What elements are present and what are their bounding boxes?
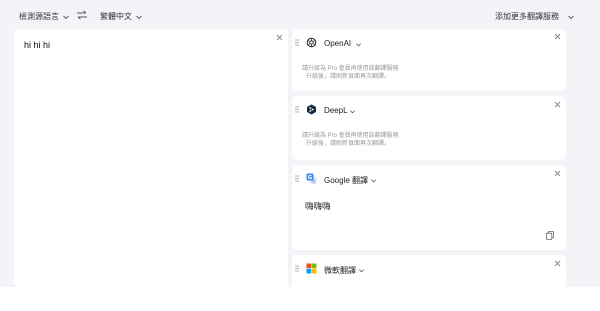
drag-handle-icon[interactable]	[295, 39, 299, 46]
upgrade-message-line2: 升級後，請刷新頁面再次翻譯。	[306, 74, 391, 80]
deepl-icon	[307, 104, 316, 115]
add-service-label: 添加更多翻譯服務	[495, 12, 559, 21]
copy-icon[interactable]	[546, 231, 554, 240]
service-card-header: 微軟翻譯	[292, 255, 566, 279]
drag-handle-icon[interactable]	[295, 175, 299, 182]
chevron-down-icon[interactable]	[370, 177, 377, 184]
source-text-panel[interactable]: hi hi hi	[14, 29, 288, 287]
microsoft-icon	[306, 263, 317, 274]
svg-text:文: 文	[312, 179, 316, 184]
upgrade-message-line1: 請升級為 Pro 會員再使用該翻譯服務	[302, 133, 399, 139]
chevron-down-icon[interactable]	[358, 267, 365, 274]
close-icon[interactable]	[553, 169, 562, 178]
service-card-header: DeepL	[292, 96, 566, 120]
clear-source-icon[interactable]	[275, 33, 284, 42]
chevron-down-icon	[63, 15, 69, 19]
openai-icon	[306, 37, 317, 48]
drag-handle-icon[interactable]	[295, 106, 299, 113]
translation-result: 嗨嗨嗨	[305, 201, 331, 211]
upgrade-message: 請升級為 Pro 會員再使用該翻譯服務 升級後，請刷新頁面再次翻譯。	[302, 65, 399, 81]
target-language-select[interactable]: 繁體中文	[100, 11, 143, 22]
chevron-down-icon	[136, 15, 142, 19]
add-service-button[interactable]: 添加更多翻譯服務	[495, 11, 575, 22]
drag-handle-icon[interactable]	[295, 265, 299, 272]
upgrade-message-line2: 升級後，請刷新頁面再次翻譯。	[306, 141, 391, 147]
close-icon[interactable]	[553, 259, 562, 268]
service-name[interactable]: DeepL	[324, 106, 348, 115]
chevron-down-icon[interactable]	[349, 108, 356, 115]
chevron-down-icon	[568, 15, 574, 19]
service-card-microsoft: 微軟翻譯	[292, 255, 566, 287]
upgrade-message: 請升級為 Pro 會員再使用該翻譯服務 升級後，請刷新頁面再次翻譯。	[302, 132, 399, 148]
service-card-openai: OpenAI 請升級為 Pro 會員再使用該翻譯服務 升級後，請刷新頁面再次翻譯…	[292, 29, 566, 91]
translator-app: 檢測源語言 繁體中文 添加更多翻譯服務 hi hi hi OpenAI 請升級為…	[0, 0, 600, 287]
upgrade-message-line1: 請升級為 Pro 會員再使用該翻譯服務	[302, 66, 399, 72]
swap-languages-icon[interactable]	[76, 10, 88, 20]
service-card-google: G 文 Google 翻譯 嗨嗨嗨	[292, 165, 566, 250]
toolbar: 檢測源語言 繁體中文 添加更多翻譯服務	[0, 0, 600, 30]
close-icon[interactable]	[553, 100, 562, 109]
google-translate-icon: G 文	[306, 173, 317, 184]
service-name[interactable]: OpenAI	[324, 39, 351, 48]
source-text[interactable]: hi hi hi	[24, 40, 50, 50]
service-card-deepl: DeepL 請升級為 Pro 會員再使用該翻譯服務 升級後，請刷新頁面再次翻譯。	[292, 96, 566, 160]
close-icon[interactable]	[553, 32, 562, 41]
service-card-header: G 文 Google 翻譯	[292, 165, 566, 189]
service-card-header: OpenAI	[292, 29, 566, 53]
chevron-down-icon[interactable]	[355, 41, 362, 48]
service-name[interactable]: Google 翻譯	[324, 175, 368, 186]
source-language-label: 檢測源語言	[19, 12, 59, 21]
source-language-select[interactable]: 檢測源語言	[19, 11, 70, 22]
target-language-label: 繁體中文	[100, 12, 132, 21]
service-name[interactable]: 微軟翻譯	[324, 265, 356, 276]
